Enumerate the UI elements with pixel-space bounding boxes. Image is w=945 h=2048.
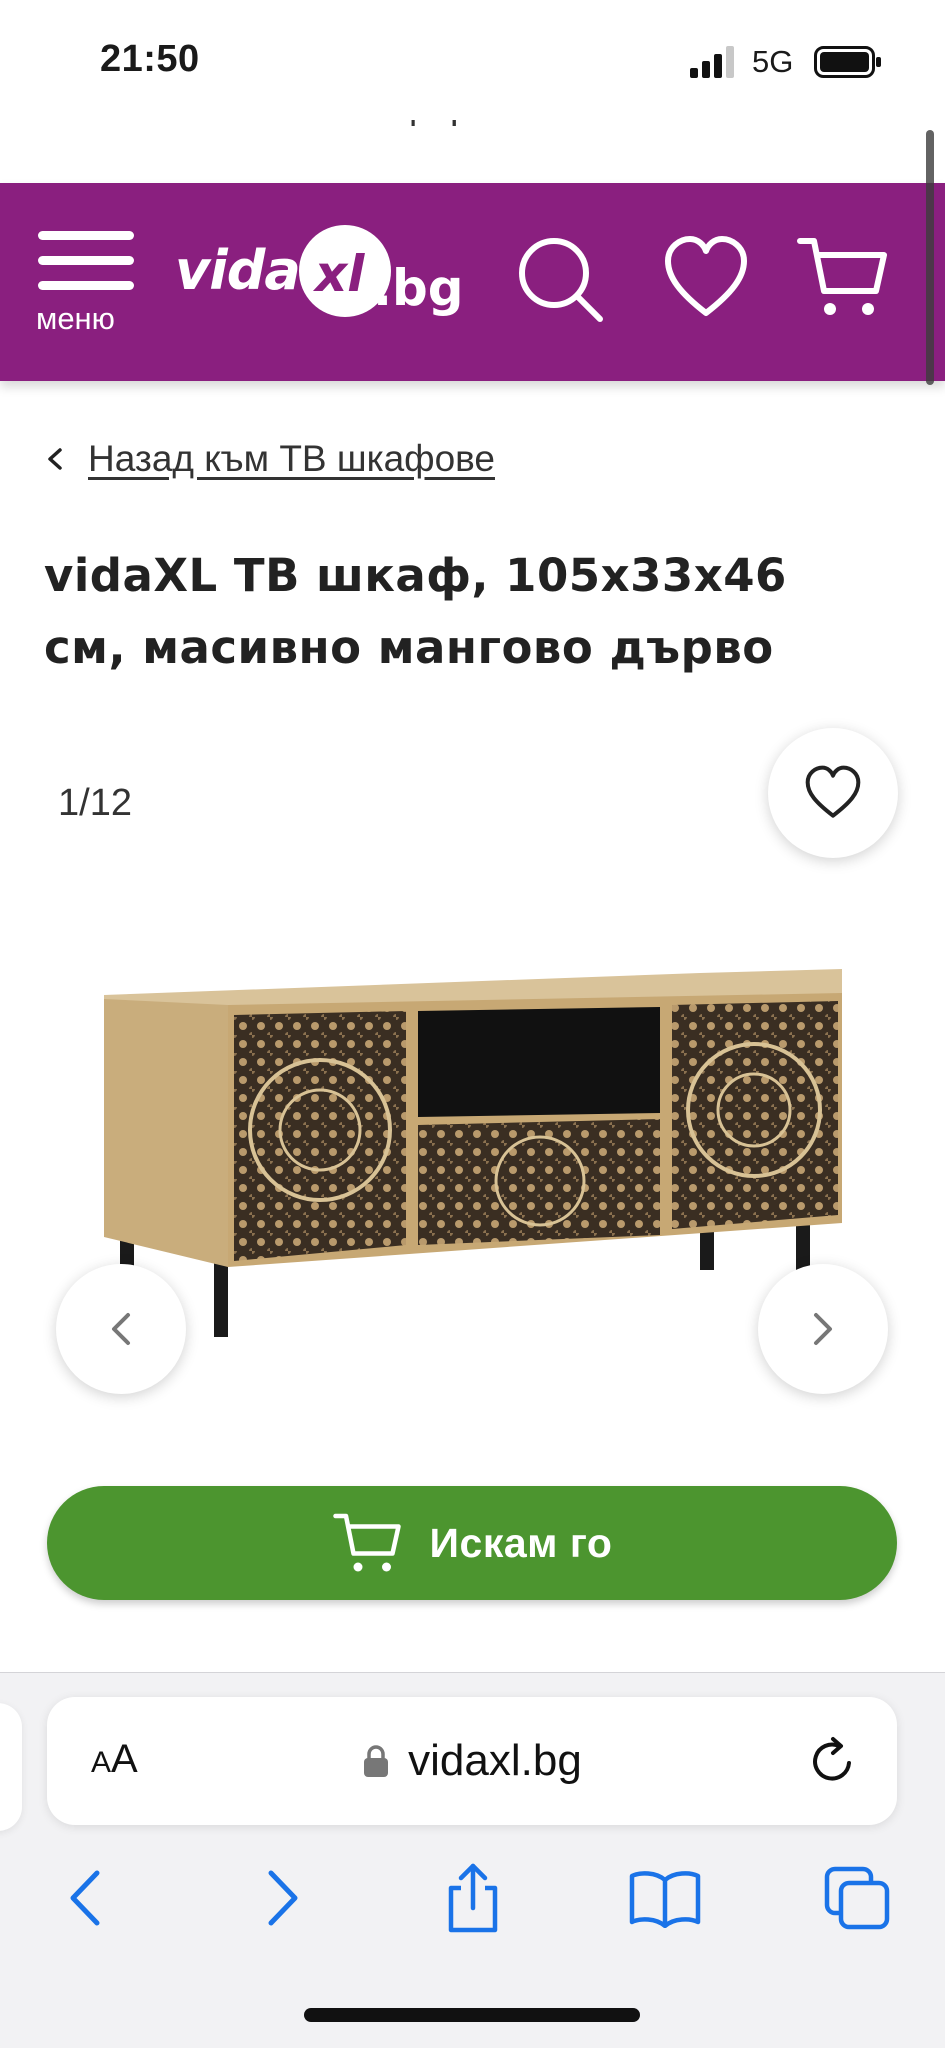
menu-icon	[38, 231, 134, 291]
cart-icon[interactable]	[796, 233, 888, 325]
forward-icon	[268, 1870, 298, 1926]
browser-bottom-bar: AA vidaxl.bg	[0, 1672, 945, 2048]
add-to-wishlist-button[interactable]	[768, 728, 898, 858]
chevron-left-icon	[48, 448, 62, 470]
share-icon	[448, 1863, 498, 1933]
previous-tab-stub[interactable]	[0, 1703, 22, 1831]
status-time: 21:50	[100, 38, 200, 80]
url-text[interactable]: vidaxl.bg	[408, 1736, 582, 1786]
wishlist-heart-icon[interactable]	[660, 233, 752, 325]
bookmarks-button[interactable]	[620, 1853, 710, 1943]
home-indicator[interactable]	[304, 2008, 640, 2022]
product-title: vidaXL ТВ шкаф, 105x33x46 см, масивно ма…	[44, 549, 787, 674]
svg-text:vida: vida	[175, 239, 300, 302]
signal-icon	[690, 46, 734, 78]
site-header: меню vida xl .bg	[0, 183, 945, 381]
menu-label: меню	[36, 301, 115, 336]
svg-text:xl: xl	[312, 245, 365, 303]
next-image-button[interactable]	[758, 1264, 888, 1394]
bookmarks-icon	[629, 1871, 701, 1928]
vidaxl-logo[interactable]: vida xl .bg	[175, 219, 465, 329]
product-image[interactable]	[90, 945, 860, 1350]
network-type: 5G	[752, 44, 794, 79]
tabs-button[interactable]	[812, 1853, 902, 1943]
back-to-category-link[interactable]: Назад към ТВ шкафове	[44, 438, 495, 480]
previous-image-button[interactable]	[56, 1264, 186, 1394]
add-to-cart-label: Искам го	[429, 1519, 613, 1566]
chevron-right-icon	[814, 1313, 832, 1345]
share-button[interactable]	[428, 1853, 518, 1943]
battery-icon	[814, 46, 881, 78]
reload-icon[interactable]	[805, 1733, 861, 1789]
menu-button[interactable]: меню	[36, 231, 136, 336]
browser-back-button[interactable]	[40, 1853, 130, 1943]
image-counter: 1/12	[58, 782, 132, 824]
search-icon[interactable]	[516, 233, 608, 325]
add-to-cart-button[interactable]: Искам го	[47, 1486, 897, 1600]
heart-icon	[805, 765, 861, 818]
back-link-label[interactable]: Назад към ТВ шкафове	[88, 438, 495, 480]
tabs-icon	[824, 1866, 890, 1930]
status-bar: 21:50 5G	[0, 0, 945, 120]
address-bar[interactable]: AA vidaxl.bg	[47, 1697, 897, 1825]
svg-text:.bg: .bg	[373, 259, 464, 317]
lock-icon	[364, 1745, 389, 1777]
page-scrollbar[interactable]	[926, 130, 934, 385]
back-icon	[70, 1870, 100, 1926]
cart-icon	[332, 1513, 401, 1572]
chevron-left-icon	[112, 1313, 130, 1345]
browser-forward-button[interactable]	[238, 1853, 328, 1943]
